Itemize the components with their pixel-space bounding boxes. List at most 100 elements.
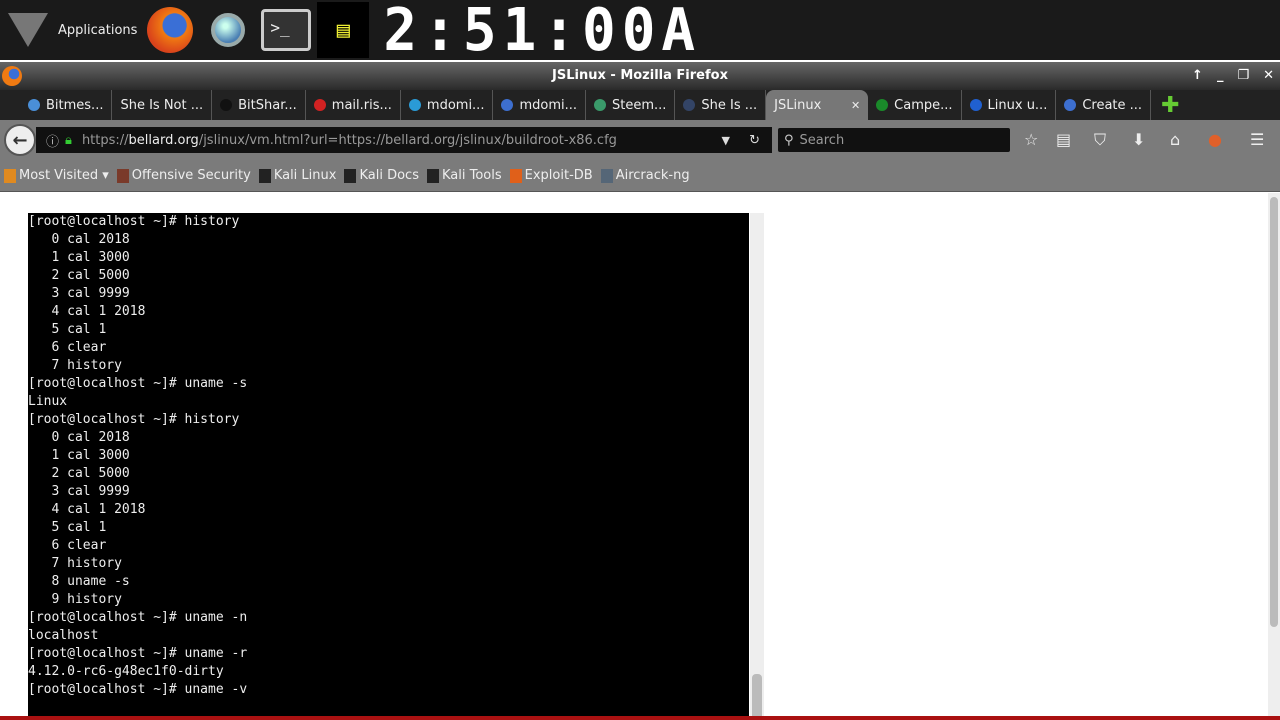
- search-placeholder: Search: [799, 132, 845, 148]
- tab-8[interactable]: JSLinux ✕: [766, 90, 869, 120]
- terminal-line: [root@localhost ~]# uname -r: [28, 646, 248, 661]
- tab-9[interactable]: Campe...: [868, 90, 962, 120]
- reading-list-icon[interactable]: ▤: [1056, 130, 1071, 149]
- terminal-line: 1 cal 3000: [28, 448, 130, 463]
- bookmark-label: Exploit-DB: [524, 168, 593, 183]
- tab-favicon-icon: [313, 99, 326, 111]
- terminal-scroll-thumb[interactable]: [752, 674, 762, 720]
- tab-favicon-icon: [683, 99, 696, 111]
- clock: 2:51:00A: [383, 0, 702, 65]
- window-title: JSLinux - Mozilla Firefox: [552, 68, 728, 83]
- bookmark-label: Most Visited ▾: [19, 168, 109, 183]
- tab-0[interactable]: Bitmes...: [20, 90, 113, 120]
- tab-3[interactable]: mail.ris...: [306, 90, 401, 120]
- bookmark-label: Kali Docs: [359, 168, 419, 183]
- tab-label: She Is ...: [701, 97, 758, 113]
- bottom-border: [0, 716, 1280, 720]
- search-launcher[interactable]: [203, 5, 253, 55]
- tab-5[interactable]: mdomi...: [493, 90, 586, 120]
- firefox-icon: [147, 7, 194, 53]
- bookmark-6[interactable]: Aircrack-ng: [600, 168, 690, 183]
- terminal-line: 2 cal 5000: [28, 268, 130, 283]
- bookmark-icon: [116, 168, 129, 183]
- tab-4[interactable]: mdomi...: [401, 90, 494, 120]
- tab-label: She Is Not ...: [120, 97, 204, 113]
- menu-icon[interactable]: ☰: [1250, 130, 1264, 149]
- bookmark-0[interactable]: Most Visited ▾: [4, 168, 109, 183]
- url-path: /jslinux/vm.html?url=https://bellard.org…: [198, 132, 617, 148]
- minimize-button[interactable]: _: [1217, 62, 1224, 90]
- bookmark-1[interactable]: Offensive Security: [116, 168, 251, 183]
- pocket-icon[interactable]: ⛉: [1094, 130, 1106, 150]
- terminal-line: 5 cal 1: [28, 520, 107, 535]
- tab-favicon-icon: [594, 99, 606, 111]
- tab-favicon-icon: [408, 99, 421, 111]
- bookmark-icon: [344, 168, 357, 183]
- terminal-line: 4.12.0-rc6-g48ec1f0-dirty: [28, 664, 224, 679]
- bookmark-star-icon[interactable]: ☆: [1024, 130, 1038, 149]
- bookmark-icon: [600, 168, 613, 183]
- maximize-button[interactable]: ❐: [1237, 62, 1249, 90]
- bookmark-label: Kali Tools: [441, 168, 502, 183]
- tab-6[interactable]: Steem...: [586, 90, 676, 120]
- terminal-line: 1 cal 3000: [28, 250, 130, 265]
- bookmark-label: Kali Linux: [273, 168, 337, 183]
- tab-11[interactable]: Create ...: [1056, 90, 1152, 120]
- tab-1[interactable]: She Is Not ...: [112, 90, 213, 120]
- duckduckgo-icon[interactable]: ●: [1208, 130, 1222, 149]
- terminal-line: 3 cal 9999: [28, 484, 130, 499]
- tab-10[interactable]: Linux u...: [962, 90, 1057, 120]
- tab-label: Bitmes...: [46, 97, 104, 113]
- tab-favicon-icon: [28, 99, 40, 111]
- keep-above-button[interactable]: ↑: [1192, 62, 1203, 90]
- home-icon[interactable]: ⌂: [1170, 130, 1180, 149]
- tab-label: mail.ris...: [331, 97, 392, 113]
- page-scrollbar[interactable]: [1268, 193, 1280, 720]
- bookmark-2[interactable]: Kali Linux: [258, 168, 337, 183]
- bookmark-icon: [258, 168, 271, 183]
- new-tab-button[interactable]: ✚: [1161, 93, 1179, 118]
- firefox-launcher[interactable]: [145, 5, 195, 55]
- terminal-line: [root@localhost ~]# uname -v: [28, 682, 248, 697]
- applications-menu[interactable]: Applications: [8, 13, 137, 47]
- terminal-line: [root@localhost ~]# uname -s: [28, 376, 248, 391]
- tab-label: BitShar...: [238, 97, 297, 113]
- bookmark-5[interactable]: Exploit-DB: [509, 168, 593, 183]
- kali-menu-icon: [8, 13, 48, 47]
- tab-label: Steem...: [612, 97, 667, 113]
- terminal-line: 9 history: [28, 592, 122, 607]
- page-content: [root@localhost ~]# history 0 cal 2018 1…: [0, 193, 1268, 720]
- search-input[interactable]: ⚲ Search: [778, 128, 1010, 152]
- terminal-scrollbar[interactable]: [750, 213, 764, 720]
- terminal-line: 8 uname -s: [28, 574, 130, 589]
- terminal-icon: >_: [261, 9, 312, 51]
- tab-strip: Bitmes... She Is Not ... BitShar... mail.ri…: [0, 90, 1280, 120]
- tab-label: Linux u...: [987, 97, 1048, 113]
- bookmark-3[interactable]: Kali Docs: [344, 168, 419, 183]
- bookmark-4[interactable]: Kali Tools: [426, 168, 502, 183]
- firefox-icon: [2, 66, 22, 86]
- close-button[interactable]: ✕: [1263, 62, 1274, 90]
- download-icon[interactable]: ⬇: [1132, 130, 1145, 149]
- terminal-screen[interactable]: [root@localhost ~]# history 0 cal 2018 1…: [28, 213, 749, 720]
- terminal-line: 4 cal 1 2018: [28, 304, 146, 319]
- terminal-line: [root@localhost ~]# uname -n: [28, 610, 248, 625]
- terminal-launcher[interactable]: >_: [261, 5, 312, 55]
- tab-favicon-icon: [876, 99, 889, 111]
- terminal-line: 3 cal 9999: [28, 286, 130, 301]
- url-dropdown-icon[interactable]: ▼: [722, 134, 730, 147]
- page-scroll-thumb[interactable]: [1270, 197, 1278, 627]
- back-button[interactable]: ←: [4, 124, 36, 156]
- tab-2[interactable]: BitShar...: [212, 90, 306, 120]
- cpu-monitor-icon: ▤: [317, 2, 370, 58]
- info-icon[interactable]: ⓘ: [46, 131, 59, 150]
- tab-favicon-icon: [220, 99, 233, 111]
- reload-icon[interactable]: ↻: [749, 133, 760, 148]
- terminal-line: Linux: [28, 394, 68, 409]
- url-bar[interactable]: ⓘ 🔒︎ https://bellard.org/jslinux/vm.html…: [36, 127, 772, 153]
- bookmark-icon: [426, 168, 439, 183]
- tab-close-icon[interactable]: ✕: [851, 99, 860, 112]
- tab-favicon-icon: [501, 99, 514, 111]
- lock-icon: 🔒︎: [65, 132, 72, 148]
- tab-7[interactable]: She Is ...: [675, 90, 767, 120]
